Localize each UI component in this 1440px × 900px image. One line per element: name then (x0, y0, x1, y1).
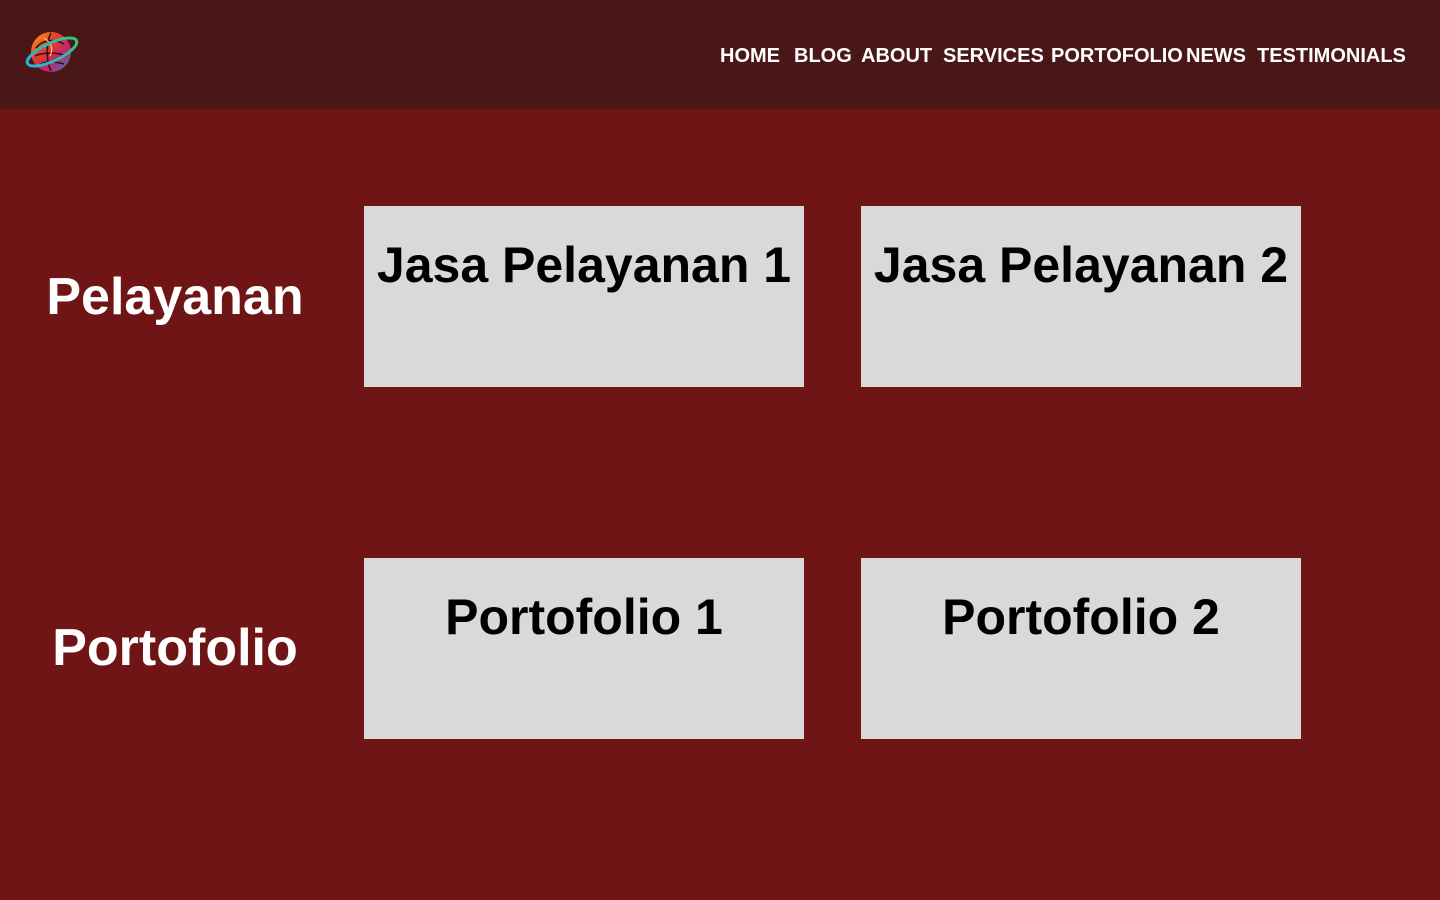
service-card-title: Jasa Pelayanan 2 (873, 237, 1289, 293)
portfolio-card[interactable]: Portofolio 2 (861, 558, 1301, 739)
service-card[interactable]: Jasa Pelayanan 2 (861, 206, 1301, 387)
portfolio-card-title: Portofolio 1 (445, 589, 723, 645)
nav-item-about[interactable]: ABOUT (861, 44, 932, 68)
portfolio-card-title: Portofolio 2 (942, 589, 1220, 645)
nav-item-blog[interactable]: BLOG (794, 44, 852, 68)
main-nav: HOME BLOG ABOUT SERVICES PORTOFOLIO NEWS… (0, 44, 1440, 68)
nav-item-services[interactable]: SERVICES (943, 44, 1044, 68)
nav-item-news[interactable]: NEWS (1186, 44, 1246, 68)
portfolio-section-title: Portofolio (52, 619, 298, 677)
services-section-title: Pelayanan (46, 268, 304, 326)
service-card[interactable]: Jasa Pelayanan 1 (364, 206, 804, 387)
nav-item-home[interactable]: HOME (720, 44, 780, 68)
site-header: HOME BLOG ABOUT SERVICES PORTOFOLIO NEWS… (0, 0, 1440, 109)
nav-item-testimonials[interactable]: TESTIMONIALS (1257, 44, 1406, 68)
nav-item-portofolio[interactable]: PORTOFOLIO (1051, 44, 1183, 68)
service-card-title: Jasa Pelayanan 1 (376, 237, 792, 293)
portfolio-card[interactable]: Portofolio 1 (364, 558, 804, 739)
